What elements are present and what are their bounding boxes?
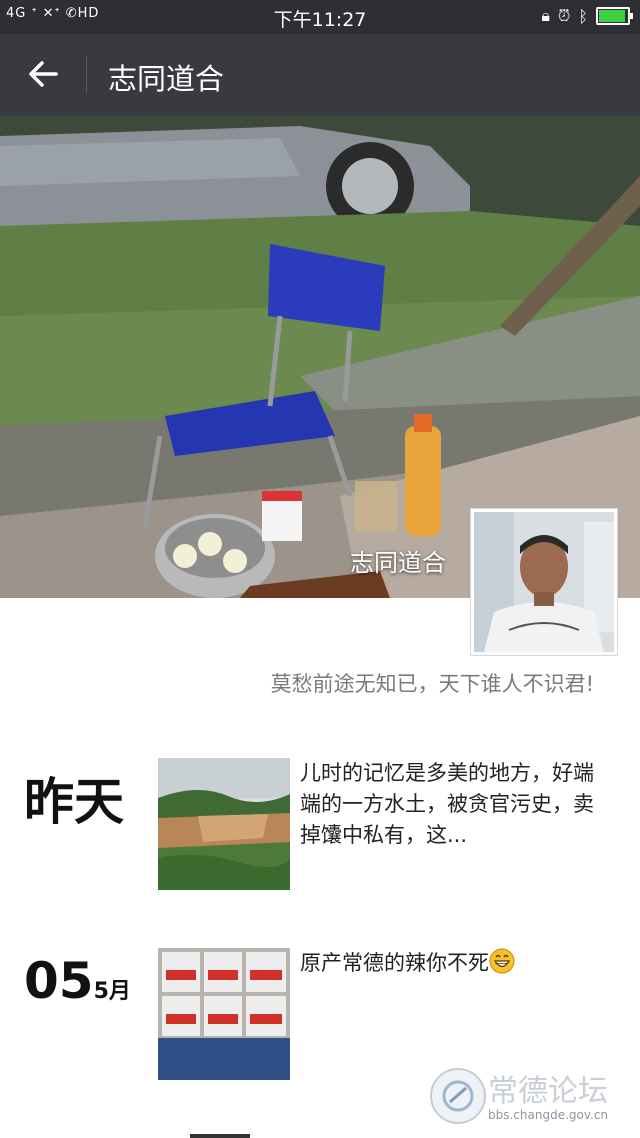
grinning-face-icon [489,948,515,974]
post-date-month: 5月 [93,979,131,1004]
post-text: 儿时的记忆是多美的地方，好端端的一方水土，被贪官污史，卖掉馕中私有，这... [300,761,594,847]
alarm-icon: ⏰︎ [557,6,571,25]
post-thumbnail[interactable] [158,758,290,890]
list-item[interactable]: 055月 原产常德的辣你不死 [0,948,640,1080]
battery-charging-icon [596,7,633,25]
lock-rotation-icon: 🔒︎ [541,6,550,25]
post-text-content: 原产常德的辣你不死 [300,951,489,975]
post-thumbnail[interactable] [158,948,290,1080]
post-date: 昨天 [24,773,124,831]
post-date-day: 05 [24,952,94,1010]
watermark: 常德论坛 bbs.changde.gov.cn [430,1064,630,1130]
watermark-logo-icon [430,1068,486,1124]
back-arrow-icon[interactable] [20,50,68,98]
status-bar: 4G ᐩ ✕ᐩ ✆HD 下午11:27 🔒︎ ⏰︎ ᛒ [0,0,640,34]
watermark-url: bbs.changde.gov.cn [488,1108,609,1122]
avatar[interactable] [470,508,618,656]
cover-username: 志同道合 [350,549,446,577]
next-item-peek [190,1134,250,1138]
watermark-title: 常德论坛 [488,1074,608,1109]
profile-signature: 莫愁前途无知已，天下谁人不识君! [270,672,594,696]
nav-divider [86,56,87,94]
post-date: 055月 [24,952,131,1010]
page-title: 志同道合 [108,62,225,96]
bluetooth-icon: ᛒ [578,6,588,26]
status-icons: 🔒︎ ⏰︎ ᛒ [541,6,633,26]
list-item[interactable]: 昨天 儿时的记忆是多美的地方，好端端的一方水土，被贪官污史，卖掉馕中私有，这..… [0,758,640,898]
post-text: 原产常德的辣你不死 [300,948,600,979]
nav-bar: 志同道合 [0,34,640,116]
battery-level-fill [599,10,625,22]
